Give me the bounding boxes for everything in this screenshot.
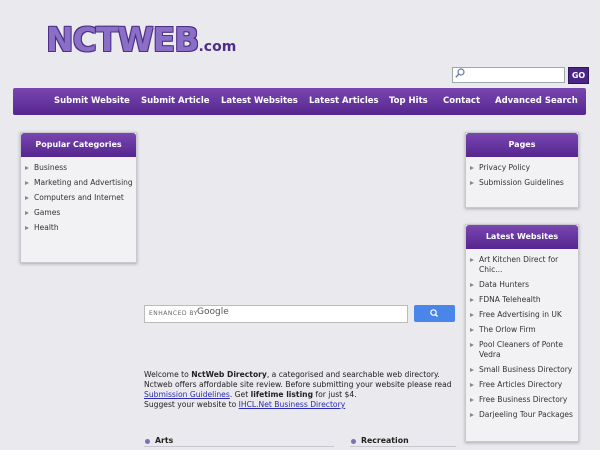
- bullet-icon: [145, 438, 150, 444]
- category-link[interactable]: Business: [21, 163, 136, 173]
- website-link[interactable]: Pool Cleaners of Ponte Vedra: [466, 340, 578, 360]
- website-link[interactable]: Small Business Directory: [466, 365, 578, 375]
- nav-latest-websites[interactable]: Latest Websites: [221, 88, 298, 115]
- submission-guidelines-link[interactable]: Submission Guidelines: [144, 390, 230, 399]
- pages-title: Pages: [466, 133, 578, 157]
- category-link[interactable]: Games: [21, 208, 136, 218]
- popular-categories-panel: Popular Categories Business Marketing an…: [20, 132, 137, 263]
- welcome-intro: Welcome to: [144, 370, 192, 379]
- pages-panel: Pages Privacy Policy Submission Guidelin…: [465, 132, 579, 208]
- ihcl-directory-link[interactable]: IHCL.Net Business Directory: [239, 400, 346, 409]
- lifetime-listing: lifetime listing: [250, 390, 314, 399]
- website-link[interactable]: The Orlow Firm: [466, 325, 578, 335]
- nav-contact[interactable]: Contact: [443, 88, 480, 115]
- logo-suffix: .com: [198, 39, 237, 55]
- welcome-price: for just $4.: [313, 390, 357, 399]
- google-search-button[interactable]: [414, 305, 455, 322]
- website-link[interactable]: Free Business Directory: [466, 395, 578, 405]
- popular-categories-title: Popular Categories: [21, 133, 136, 157]
- bullet-icon: [351, 438, 356, 444]
- welcome-suggest: Suggest your website to: [144, 400, 239, 409]
- search-input[interactable]: [452, 67, 565, 83]
- nav-submit-website[interactable]: Submit Website: [54, 88, 130, 115]
- category-recreation[interactable]: Recreation: [351, 436, 409, 445]
- welcome-review: Nctweb offers affordable site review. Be…: [144, 380, 452, 389]
- website-link[interactable]: Art Kitchen Direct for Chic...: [466, 255, 578, 275]
- website-link[interactable]: Free Advertising in UK: [466, 310, 578, 320]
- page-link[interactable]: Submission Guidelines: [466, 178, 578, 188]
- divider: [144, 446, 334, 447]
- nav-top-hits[interactable]: Top Hits: [389, 88, 428, 115]
- website-link[interactable]: Data Hunters: [466, 280, 578, 290]
- site-logo[interactable]: NCTWEB.com: [46, 20, 236, 67]
- latest-websites-title: Latest Websites: [466, 225, 578, 249]
- category-label: Recreation: [361, 436, 409, 445]
- search-icon: [455, 68, 465, 78]
- category-link[interactable]: Marketing and Advertising: [21, 178, 136, 188]
- search-icon: [430, 309, 438, 317]
- category-label: Arts: [155, 436, 174, 445]
- logo-text: NCTWEB: [46, 20, 199, 59]
- category-link[interactable]: Computers and Internet: [21, 193, 136, 203]
- latest-websites-panel: Latest Websites Art Kitchen Direct for C…: [465, 224, 579, 442]
- welcome-desc: , a categorised and searchable web direc…: [266, 370, 440, 379]
- divider: [350, 446, 456, 447]
- site-name: NctWeb Directory: [191, 370, 267, 379]
- website-link[interactable]: Free Articles Directory: [466, 380, 578, 390]
- welcome-text: Welcome to NctWeb Directory, a categoris…: [144, 370, 464, 410]
- google-brand: Google: [197, 307, 229, 317]
- main-navigation: Submit Website Submit Article Latest Web…: [13, 88, 586, 115]
- nav-submit-article[interactable]: Submit Article: [141, 88, 210, 115]
- website-link[interactable]: FDNA Telehealth: [466, 295, 578, 305]
- google-search-input[interactable]: ENHANCED BY Google: [144, 305, 408, 323]
- page-link[interactable]: Privacy Policy: [466, 163, 578, 173]
- category-arts[interactable]: Arts: [145, 436, 173, 445]
- nav-latest-articles[interactable]: Latest Articles: [309, 88, 379, 115]
- nav-advanced-search[interactable]: Advanced Search: [495, 88, 578, 115]
- go-button[interactable]: GO: [568, 67, 589, 84]
- website-link[interactable]: Darjeeling Tour Packages: [466, 410, 578, 420]
- enhanced-by-label: ENHANCED BY: [149, 310, 198, 317]
- welcome-get: . Get: [229, 390, 251, 399]
- category-link[interactable]: Health: [21, 223, 136, 233]
